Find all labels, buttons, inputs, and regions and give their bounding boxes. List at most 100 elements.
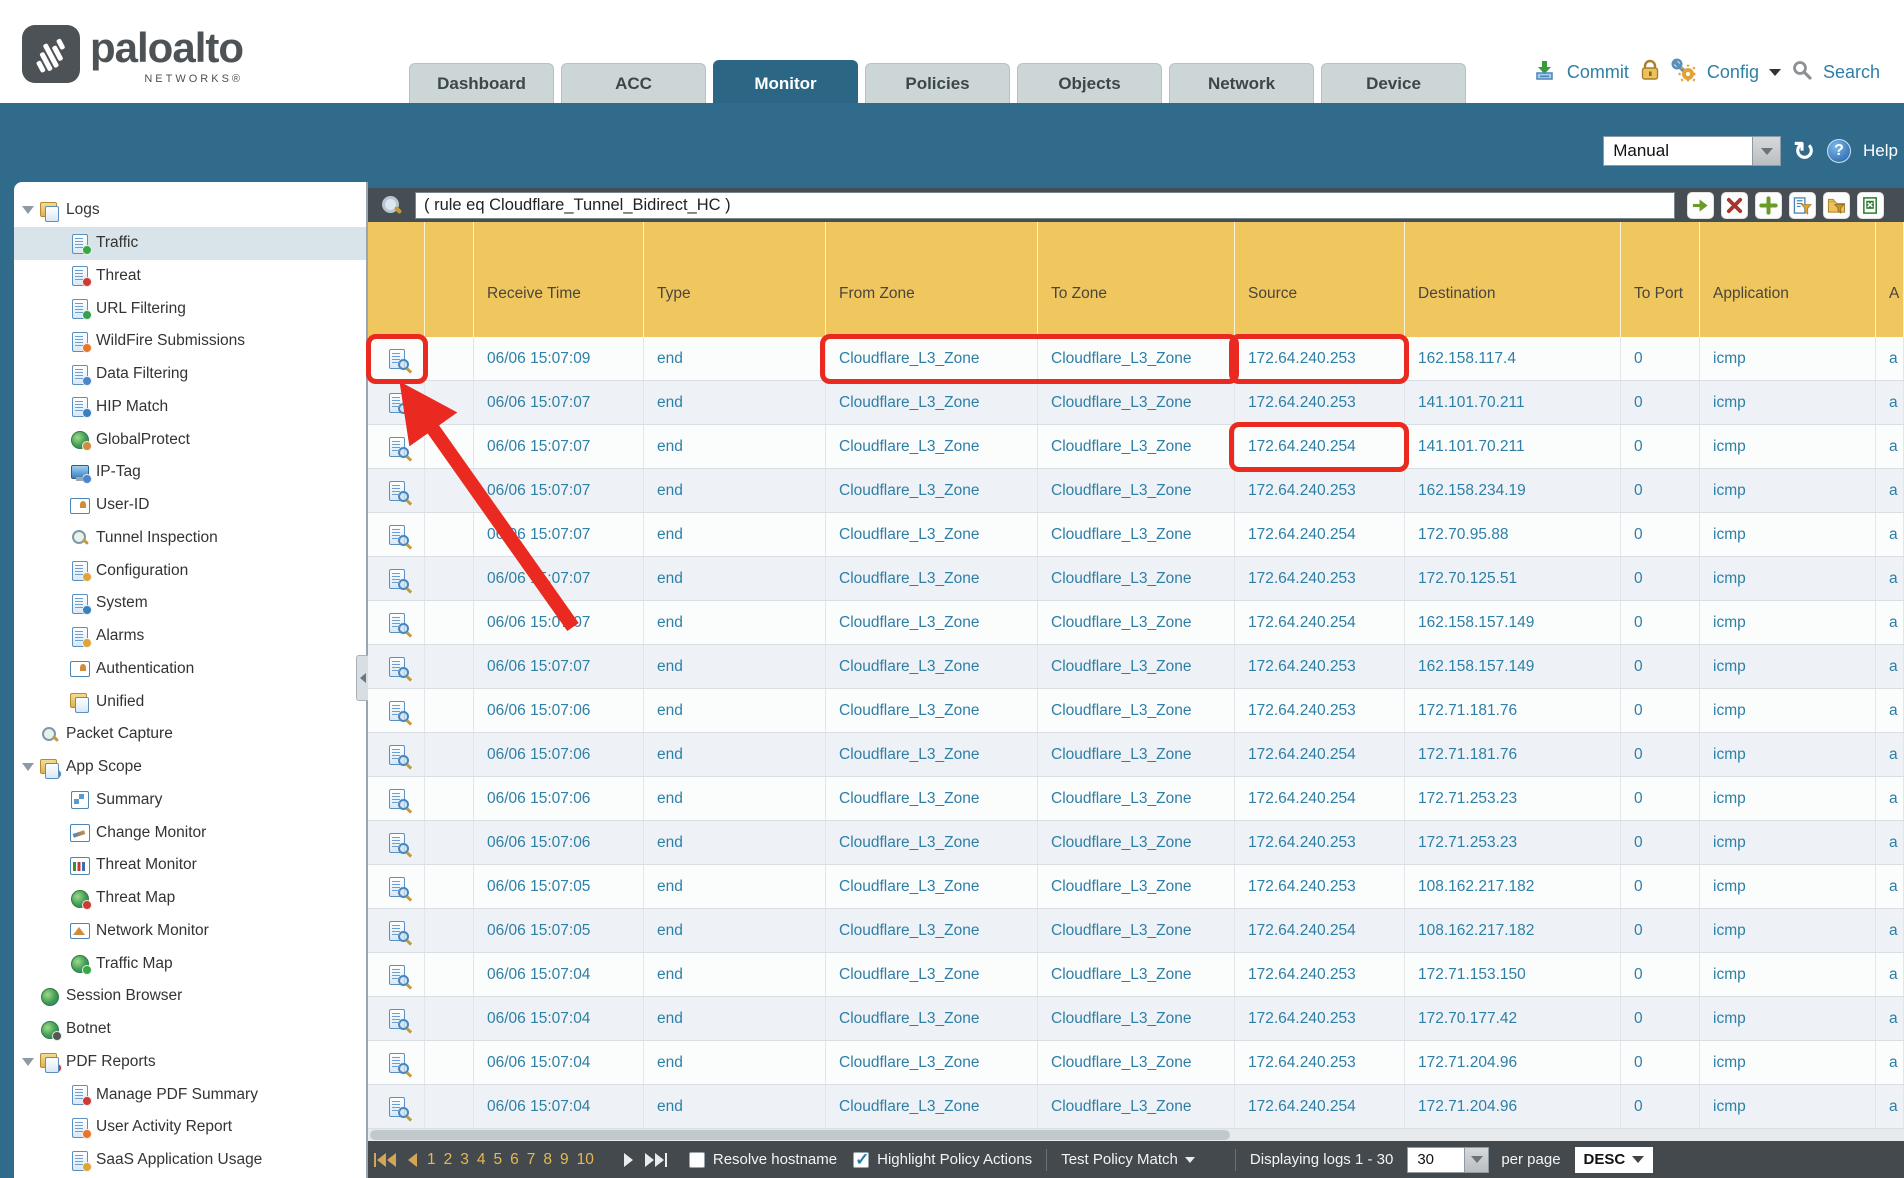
page-8[interactable]: 8 <box>543 1151 552 1169</box>
log-row[interactable]: 06/06 15:07:04endCloudflare_L3_ZoneCloud… <box>368 1041 1904 1085</box>
tab-network[interactable]: Network <box>1169 63 1314 103</box>
test-policy-match-caret-icon[interactable] <box>1185 1157 1195 1163</box>
highlight-policy-actions-checkbox[interactable] <box>853 1152 869 1168</box>
sidebar-item-saas-application-usage[interactable]: SaaS Application Usage <box>14 1144 366 1177</box>
last-page-button[interactable] <box>645 1153 667 1167</box>
log-row[interactable]: 06/06 15:07:07endCloudflare_L3_ZoneCloud… <box>368 513 1904 557</box>
page-7[interactable]: 7 <box>527 1151 536 1169</box>
log-row[interactable]: 06/06 15:07:07endCloudflare_L3_ZoneCloud… <box>368 425 1904 469</box>
refresh-interval-caret[interactable] <box>1753 136 1781 166</box>
page-3[interactable]: 3 <box>460 1151 469 1169</box>
log-row[interactable]: 06/06 15:07:04endCloudflare_L3_ZoneCloud… <box>368 997 1904 1041</box>
log-row[interactable]: 06/06 15:07:06endCloudflare_L3_ZoneCloud… <box>368 689 1904 733</box>
commit-icon[interactable] <box>1533 59 1557 86</box>
page-9[interactable]: 9 <box>560 1151 569 1169</box>
log-row[interactable]: 06/06 15:07:09endCloudflare_L3_ZoneCloud… <box>368 337 1904 381</box>
add-filter-icon[interactable] <box>1755 192 1782 219</box>
log-row[interactable]: 06/06 15:07:05endCloudflare_L3_ZoneCloud… <box>368 865 1904 909</box>
sidebar-item-globalprotect[interactable]: GlobalProtect <box>14 423 366 456</box>
sidebar-item-threat[interactable]: Threat <box>14 260 366 293</box>
tab-acc[interactable]: ACC <box>561 63 706 103</box>
log-detail-icon[interactable] <box>387 569 406 588</box>
lock-icon[interactable] <box>1639 58 1661 87</box>
log-row[interactable]: 06/06 15:07:07endCloudflare_L3_ZoneCloud… <box>368 601 1904 645</box>
sidebar-item-pdf-reports[interactable]: PDF Reports <box>14 1046 366 1079</box>
test-policy-match-button[interactable]: Test Policy Match <box>1061 1151 1178 1168</box>
apply-filter-icon[interactable] <box>1687 192 1714 219</box>
log-detail-icon[interactable] <box>387 1097 406 1116</box>
log-detail-icon[interactable] <box>387 393 406 412</box>
log-detail-icon[interactable] <box>387 349 406 368</box>
col-receive-time[interactable]: Receive Time <box>474 222 644 337</box>
log-row[interactable]: 06/06 15:07:06endCloudflare_L3_ZoneCloud… <box>368 821 1904 865</box>
col-to-port[interactable]: To Port <box>1621 222 1700 337</box>
log-detail-icon[interactable] <box>387 701 406 720</box>
log-detail-icon[interactable] <box>387 657 406 676</box>
page-size-caret[interactable] <box>1465 1147 1489 1173</box>
first-page-button[interactable] <box>374 1153 396 1167</box>
prev-page-button[interactable] <box>408 1153 417 1167</box>
log-row[interactable]: 06/06 15:07:06endCloudflare_L3_ZoneCloud… <box>368 777 1904 821</box>
log-detail-icon[interactable] <box>387 613 406 632</box>
col-application[interactable]: Application <box>1700 222 1876 337</box>
page-size-select[interactable]: 30 <box>1407 1147 1465 1173</box>
sidebar-item-traffic-map[interactable]: Traffic Map <box>14 947 366 980</box>
sidebar-item-manage-pdf-summary[interactable]: Manage PDF Summary <box>14 1078 366 1111</box>
export-icon[interactable] <box>1857 192 1884 219</box>
sidebar-item-data-filtering[interactable]: Data Filtering <box>14 358 366 391</box>
commit-button[interactable]: Commit <box>1567 62 1629 83</box>
log-row[interactable]: 06/06 15:07:07endCloudflare_L3_ZoneCloud… <box>368 469 1904 513</box>
sidebar-item-configuration[interactable]: Configuration <box>14 554 366 587</box>
sidebar-item-threat-map[interactable]: Threat Map <box>14 882 366 915</box>
tab-policies[interactable]: Policies <box>865 63 1010 103</box>
config-icon[interactable] <box>1671 58 1697 87</box>
sidebar-item-ip-tag[interactable]: IP-Tag <box>14 456 366 489</box>
log-detail-icon[interactable] <box>387 437 406 456</box>
tab-monitor[interactable]: Monitor <box>713 60 858 107</box>
log-detail-icon[interactable] <box>387 745 406 764</box>
tab-objects[interactable]: Objects <box>1017 63 1162 103</box>
col-a[interactable]: A <box>1876 222 1904 337</box>
tab-device[interactable]: Device <box>1321 63 1466 103</box>
log-detail-icon[interactable] <box>387 789 406 808</box>
sidebar-item-wildfire-submissions[interactable]: WildFire Submissions <box>14 325 366 358</box>
sidebar-item-user-id[interactable]: User-ID <box>14 489 366 522</box>
log-row[interactable]: 06/06 15:07:06endCloudflare_L3_ZoneCloud… <box>368 733 1904 777</box>
expander-icon[interactable] <box>22 206 34 214</box>
search-button[interactable]: Search <box>1823 62 1880 83</box>
log-detail-icon[interactable] <box>387 877 406 896</box>
log-row[interactable]: 06/06 15:07:07endCloudflare_L3_ZoneCloud… <box>368 557 1904 601</box>
sidebar-item-alarms[interactable]: Alarms <box>14 620 366 653</box>
col-blank[interactable] <box>425 222 474 337</box>
sidebar-item-botnet[interactable]: Botnet <box>14 1013 366 1046</box>
refresh-interval-select[interactable]: Manual <box>1603 136 1753 166</box>
expander-icon[interactable] <box>22 763 34 771</box>
log-detail-icon[interactable] <box>387 481 406 500</box>
col-blank[interactable] <box>368 222 425 337</box>
log-detail-icon[interactable] <box>387 833 406 852</box>
log-detail-icon[interactable] <box>387 1009 406 1028</box>
page-10[interactable]: 10 <box>577 1151 594 1169</box>
sidebar-item-logs[interactable]: Logs <box>14 194 366 227</box>
sidebar-item-packet-capture[interactable]: Packet Capture <box>14 718 366 751</box>
horizontal-scrollbar-thumb[interactable] <box>370 1130 1230 1140</box>
saved-filters-icon[interactable] <box>1823 192 1850 219</box>
sidebar-item-tunnel-inspection[interactable]: Tunnel Inspection <box>14 522 366 555</box>
page-4[interactable]: 4 <box>477 1151 486 1169</box>
page-5[interactable]: 5 <box>494 1151 503 1169</box>
sidebar-item-summary[interactable]: Summary <box>14 784 366 817</box>
log-row[interactable]: 06/06 15:07:07endCloudflare_L3_ZoneCloud… <box>368 645 1904 689</box>
log-row[interactable]: 06/06 15:07:04endCloudflare_L3_ZoneCloud… <box>368 1085 1904 1129</box>
sidebar-item-change-monitor[interactable]: Change Monitor <box>14 816 366 849</box>
sidebar-item-session-browser[interactable]: Session Browser <box>14 980 366 1013</box>
resolve-hostname-checkbox[interactable] <box>689 1152 705 1168</box>
log-row[interactable]: 06/06 15:07:04endCloudflare_L3_ZoneCloud… <box>368 953 1904 997</box>
page-2[interactable]: 2 <box>444 1151 453 1169</box>
help-icon[interactable]: ? <box>1827 139 1851 163</box>
sidebar-item-user-activity-report[interactable]: User Activity Report <box>14 1111 366 1144</box>
sidebar-item-hip-match[interactable]: HIP Match <box>14 391 366 424</box>
col-source[interactable]: Source <box>1235 222 1405 337</box>
filter-query-input[interactable] <box>415 192 1675 219</box>
log-detail-icon[interactable] <box>387 1053 406 1072</box>
col-type[interactable]: Type <box>644 222 826 337</box>
